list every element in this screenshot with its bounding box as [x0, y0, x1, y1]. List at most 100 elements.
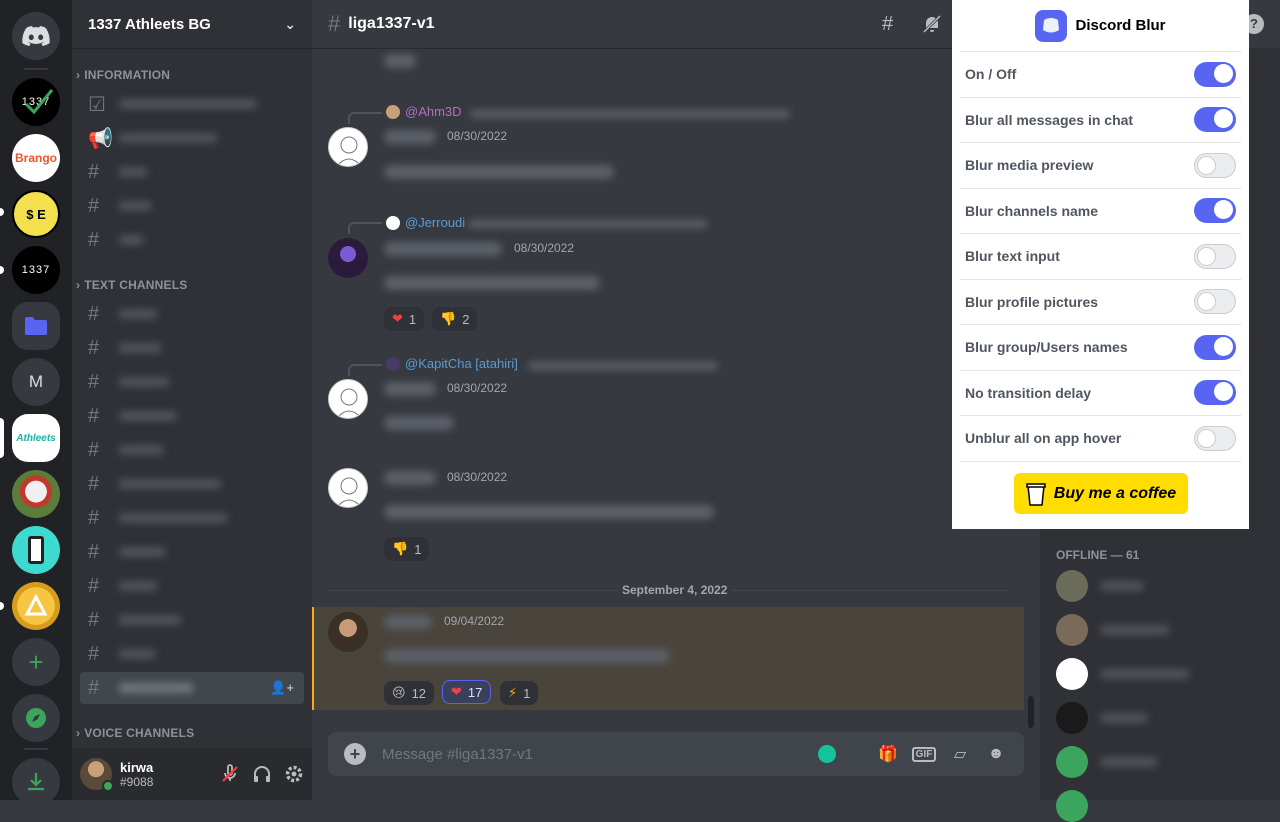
add-server-button[interactable]: +	[12, 638, 60, 686]
channel-item[interactable]: #	[80, 366, 304, 398]
option-toggle[interactable]	[1194, 289, 1236, 315]
channel-item[interactable]: #	[80, 332, 304, 364]
server-folder[interactable]	[12, 302, 60, 350]
headphones-icon[interactable]	[252, 764, 272, 784]
user-avatar[interactable]	[328, 379, 368, 419]
hashtag-icon: #	[88, 160, 100, 183]
server-phone[interactable]	[12, 526, 60, 574]
server-gold-coin[interactable]	[12, 582, 60, 630]
user-avatar[interactable]	[328, 238, 368, 278]
gift-icon[interactable]: 🎁	[876, 742, 900, 766]
compass-icon	[26, 708, 46, 728]
member-avatar[interactable]	[1056, 746, 1088, 778]
channel-item[interactable]: #	[80, 190, 304, 222]
channel-item[interactable]: #	[80, 434, 304, 466]
discord-icon	[22, 26, 50, 46]
option-toggle[interactable]	[1194, 152, 1236, 178]
channel-rules[interactable]: ☑	[80, 88, 304, 120]
channel-name-blurred	[118, 649, 156, 659]
member-avatar[interactable]	[1056, 658, 1088, 690]
server-brango[interactable]: Brango	[12, 134, 60, 182]
folder-icon	[25, 317, 47, 335]
username-blurred	[384, 382, 436, 396]
settings-gear-icon[interactable]	[284, 764, 304, 784]
coin-logo-icon	[24, 594, 48, 616]
add-member-icon[interactable]: 👤+	[270, 680, 294, 696]
reply-username[interactable]: @KapitCha [atahiri]	[405, 356, 518, 371]
channel-item[interactable]: #	[80, 298, 304, 330]
channel-item[interactable]: #	[80, 468, 304, 500]
channel-item[interactable]: #	[80, 156, 304, 188]
channel-announcements[interactable]: 📢	[80, 122, 304, 154]
channel-item[interactable]: #	[80, 502, 304, 534]
server-leet[interactable]: 1337	[12, 246, 60, 294]
buy-me-a-coffee-button[interactable]: Buy me a coffee	[1014, 473, 1188, 514]
mute-notifications-icon[interactable]	[922, 14, 942, 34]
channel-item[interactable]: #	[80, 400, 304, 432]
guild-header[interactable]: 1337 Athleets BG ⌄	[72, 0, 312, 48]
channel-item[interactable]: #	[80, 604, 304, 636]
option-toggle[interactable]	[1194, 334, 1236, 360]
reaction-thumbs-down[interactable]: 👎 2	[432, 307, 478, 331]
date-divider: September 4, 2022	[328, 583, 1008, 597]
reaction-count: 1	[408, 311, 417, 327]
gif-icon[interactable]: GIF	[911, 742, 937, 766]
member-avatar[interactable]	[1056, 614, 1088, 646]
option-list: On / Off Blur all messages in chat Blur me…	[952, 52, 1249, 462]
message-timestamp: 08/30/2022	[447, 129, 508, 143]
download-button[interactable]	[12, 758, 60, 806]
explore-button[interactable]	[12, 694, 60, 742]
category-voice-channels[interactable]: › VOICE CHANNELS	[76, 726, 194, 740]
grammarly-icon[interactable]	[818, 745, 836, 763]
add-attachment-icon[interactable]: +	[344, 743, 366, 765]
option-toggle[interactable]	[1194, 61, 1236, 87]
discord-home-button[interactable]	[12, 12, 60, 60]
option-label: Blur media preview	[965, 157, 1094, 174]
channel-item[interactable]: #	[80, 536, 304, 568]
member-name-blurred	[1100, 581, 1144, 591]
user-avatar[interactable]	[328, 612, 368, 652]
chat-header: # liga1337-v1 #	[312, 0, 952, 48]
reply-username[interactable]: @Ahm3D	[405, 104, 462, 119]
server-smiley-money[interactable]: $ E	[12, 190, 60, 238]
server-athleets[interactable]: Athleets	[12, 414, 60, 462]
user-avatar[interactable]	[80, 758, 114, 792]
user-avatar[interactable]	[328, 468, 368, 508]
message-input[interactable]	[382, 745, 818, 763]
reaction-heart[interactable]: ❤ 17	[442, 680, 492, 704]
option-toggle[interactable]	[1194, 380, 1236, 406]
message-timestamp: 09/04/2022	[444, 614, 505, 628]
lightning-icon: ⚡	[508, 685, 518, 700]
member-avatar[interactable]	[1056, 570, 1088, 602]
emoji-icon[interactable]: ☻	[984, 742, 1008, 766]
reaction-thumbs-down[interactable]: 👎 1	[384, 537, 430, 561]
category-text-channels[interactable]: › TEXT CHANNELS	[76, 278, 187, 292]
member-avatar[interactable]	[1056, 790, 1088, 822]
sticker-icon[interactable]: ▱	[948, 742, 972, 766]
channel-item[interactable]: #	[80, 224, 304, 256]
reaction-lightning[interactable]: ⚡ 1	[500, 681, 539, 705]
option-toggle[interactable]	[1194, 425, 1236, 451]
member-avatar[interactable]	[1056, 702, 1088, 734]
server-1337-check[interactable]: 1337	[12, 78, 60, 126]
server-helmet[interactable]	[12, 470, 60, 518]
user-avatar[interactable]	[328, 127, 368, 167]
hashtag-icon: #	[88, 574, 100, 597]
chat-scrollbar[interactable]	[1028, 696, 1034, 728]
mute-mic-icon[interactable]	[220, 764, 240, 784]
option-label: Unblur all on app hover	[965, 430, 1122, 447]
reaction-sad[interactable]: 😢 12	[384, 681, 435, 705]
category-information[interactable]: › INFORMATION	[76, 68, 170, 82]
reply-username[interactable]: @Jerroudi	[405, 215, 465, 230]
option-toggle[interactable]	[1194, 243, 1236, 269]
reaction-heart[interactable]: ❤ 1	[384, 307, 425, 331]
sketch-face-icon	[336, 388, 362, 418]
channel-item[interactable]: #	[80, 570, 304, 602]
unread-pill	[0, 208, 4, 216]
server-m[interactable]: M	[12, 358, 60, 406]
threads-icon[interactable]: #	[882, 13, 893, 36]
channel-item-selected[interactable]: # 👤+	[80, 672, 304, 704]
channel-item[interactable]: #	[80, 638, 304, 670]
option-toggle[interactable]	[1194, 107, 1236, 133]
option-toggle[interactable]	[1194, 198, 1236, 224]
